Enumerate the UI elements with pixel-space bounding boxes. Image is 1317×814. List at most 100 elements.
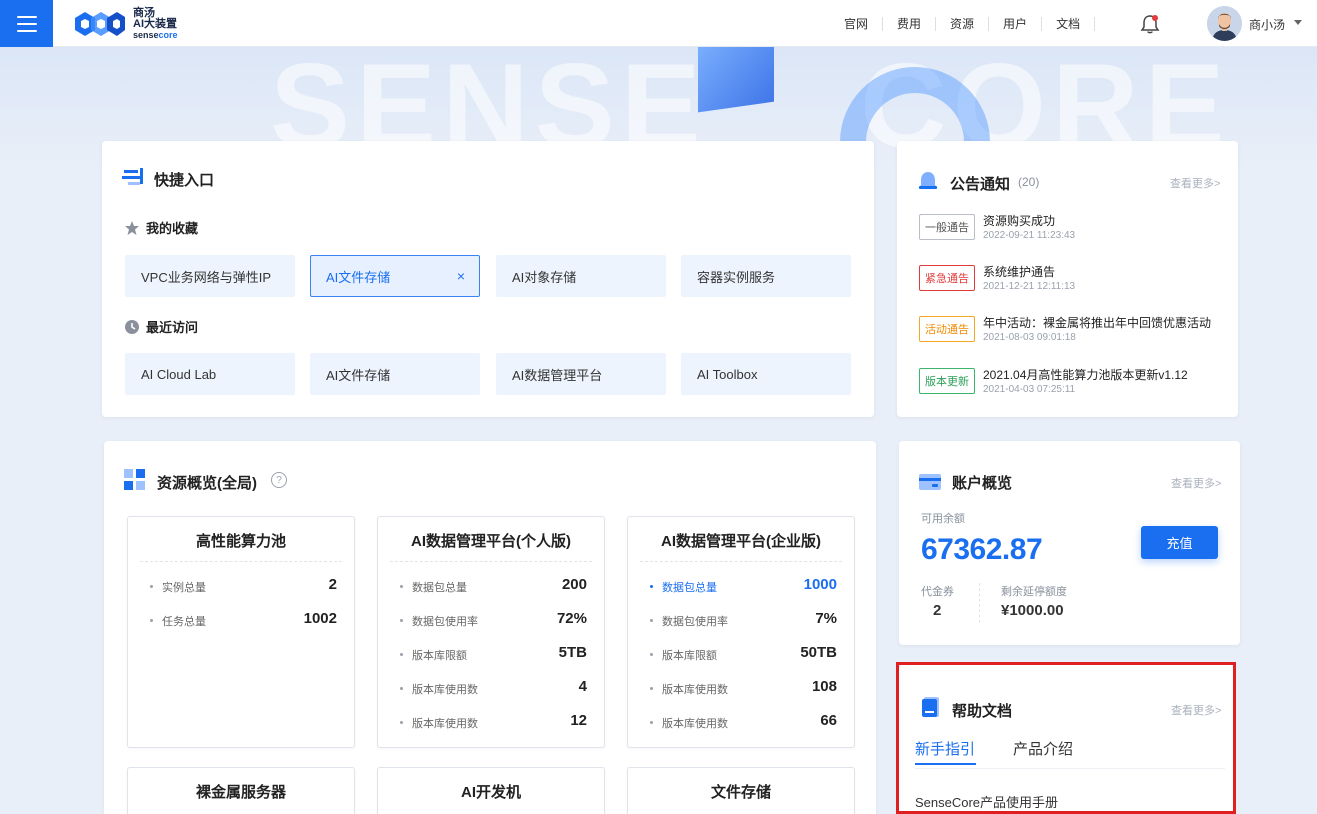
- bullet-icon: [400, 585, 403, 588]
- notice-item[interactable]: 活动通告 年中活动：裸金属将推出年中回馈优惠活动 2021-08-03 09:0…: [919, 310, 1229, 350]
- nav-official-site[interactable]: 官网: [830, 16, 884, 31]
- notice-time: 2021-04-03 07:25:11: [983, 384, 1076, 395]
- active-tab-indicator: [915, 763, 976, 765]
- bullet-icon: [150, 585, 153, 588]
- resource-row: 数据包总量 200: [400, 576, 587, 596]
- close-icon[interactable]: ×: [457, 268, 465, 284]
- notice-time: 2021-12-21 12:11:13: [983, 281, 1076, 292]
- divider: [140, 561, 342, 562]
- notice-tag: 活动通告: [919, 316, 975, 342]
- recent-item[interactable]: AI数据管理平台: [496, 353, 666, 395]
- notice-title: 资源购买成功: [983, 214, 1056, 228]
- logo-line3b: core: [158, 29, 178, 40]
- notice-title: 年中活动：裸金属将推出年中回馈优惠活动: [983, 316, 1212, 330]
- quick-entry-card: 快捷入口 我的收藏 VPC业务网络与弹性IP AI文件存储 × AI对象存储 容…: [102, 141, 874, 417]
- recent-item[interactable]: AI Cloud Lab: [125, 353, 295, 395]
- notification-bell-icon[interactable]: [1139, 13, 1161, 35]
- notice-item[interactable]: 版本更新 2021.04月高性能算力池版本更新v1.12 2021-04-03 …: [919, 362, 1229, 402]
- resource-row-value: 50TB: [800, 644, 837, 661]
- resource-row-label: 任务总量: [162, 616, 206, 628]
- balance-amount: 67362.87: [921, 533, 1043, 566]
- nav-docs[interactable]: 文档: [1042, 16, 1096, 31]
- star-icon: [125, 220, 139, 235]
- doc-link[interactable]: SenseCore产品使用手册: [915, 792, 1058, 811]
- credit-label: 剩余延停额度: [1001, 586, 1067, 598]
- bullet-icon: [650, 721, 653, 724]
- user-dropdown-caret-icon[interactable]: [1294, 20, 1302, 25]
- resource-row-label: 版本库使用数: [662, 684, 728, 696]
- bullet-icon: [400, 721, 403, 724]
- divider: [640, 561, 842, 562]
- grid-icon: [124, 469, 145, 490]
- resource-box[interactable]: 高性能算力池 实例总量 2 任务总量 1002: [127, 516, 355, 748]
- notices-card: 公告通知 (20) 查看更多> 一般通告 资源购买成功 2022-09-21 1…: [897, 141, 1238, 417]
- nav-billing[interactable]: 费用: [883, 16, 937, 31]
- bullet-icon: [650, 619, 653, 622]
- favorite-item-selected[interactable]: AI文件存储 ×: [310, 255, 480, 297]
- resource-box[interactable]: AI开发机: [377, 767, 605, 814]
- favorite-item[interactable]: VPC业务网络与弹性IP: [125, 255, 295, 297]
- favorite-item[interactable]: 容器实例服务: [681, 255, 851, 297]
- user-name[interactable]: 商小汤: [1249, 16, 1285, 33]
- voucher-value: 2: [933, 602, 942, 619]
- resource-box-title: AI数据管理平台(个人版): [411, 533, 571, 550]
- resource-box[interactable]: AI数据管理平台(企业版) 数据包总量 1000 数据包使用率 7% 版本库限额…: [627, 516, 855, 748]
- notices-more-link[interactable]: 查看更多>: [1170, 175, 1220, 191]
- notice-tag: 紧急通告: [919, 265, 975, 291]
- top-bar: 商汤 AI大装置 sensecore 官网 费用 资源 用户 文档 商小汤: [0, 0, 1317, 47]
- resource-box-title: AI开发机: [460, 784, 521, 801]
- notice-title: 2021.04月高性能算力池版本更新v1.12: [983, 368, 1188, 382]
- resource-row-value: 7%: [815, 610, 837, 627]
- nav-users[interactable]: 用户: [989, 16, 1043, 31]
- bullet-icon: [650, 653, 653, 656]
- recharge-button[interactable]: 充值: [1141, 526, 1218, 559]
- resource-row-label: 版本库限额: [412, 650, 467, 662]
- favorite-item-label: AI文件存储: [326, 269, 391, 285]
- notice-time: 2022-09-21 11:23:43: [983, 230, 1076, 241]
- help-more-link[interactable]: 查看更多>: [1171, 702, 1221, 718]
- notice-item[interactable]: 一般通告 资源购买成功 2022-09-21 11:23:43: [919, 208, 1229, 248]
- resource-box[interactable]: 裸金属服务器: [127, 767, 355, 814]
- resource-row-label: 数据包总量: [412, 582, 467, 594]
- favorite-item[interactable]: AI对象存储: [496, 255, 666, 297]
- bullet-icon: [400, 653, 403, 656]
- notices-title: 公告通知: [950, 176, 1011, 193]
- divider: [979, 583, 980, 623]
- resource-row-label: 数据包总量: [662, 582, 717, 594]
- resource-row-value: 200: [561, 576, 587, 593]
- notice-time: 2021-08-03 09:01:18: [983, 332, 1076, 343]
- quick-entry-title: 快捷入口: [154, 172, 215, 189]
- notice-item[interactable]: 紧急通告 系统维护通告 2021-12-21 12:11:13: [919, 259, 1229, 299]
- top-nav: 官网 费用 资源 用户 文档: [830, 0, 1096, 47]
- recent-item[interactable]: AI文件存储: [310, 353, 480, 395]
- recent-heading: 最近访问: [124, 317, 198, 336]
- logo[interactable]: 商汤 AI大装置 sensecore: [69, 6, 178, 42]
- resource-row: 版本库限额 5TB: [400, 644, 587, 664]
- bell-icon: [919, 172, 937, 189]
- resource-row-value: 12: [570, 712, 587, 729]
- menu-icon-bar: [16, 22, 37, 25]
- bullet-icon: [400, 619, 403, 622]
- resource-row-value: 1000: [803, 576, 837, 593]
- help-circle-icon[interactable]: ?: [271, 472, 287, 488]
- resource-row: 数据包使用率 72%: [400, 610, 587, 630]
- menu-button[interactable]: [0, 0, 53, 47]
- document-icon: [922, 697, 939, 717]
- tab-beginner-guide[interactable]: 新手指引: [915, 738, 975, 759]
- logo-line2: AI大装置: [133, 17, 177, 30]
- tab-product-intro[interactable]: 产品介绍: [1013, 738, 1073, 759]
- balance-label: 可用余额: [921, 513, 965, 525]
- help-docs-card: 帮助文档 查看更多> 新手指引 产品介绍 SenseCore产品使用手册: [899, 665, 1235, 814]
- resource-box-title: AI数据管理平台(企业版): [661, 533, 821, 550]
- nav-resources[interactable]: 资源: [936, 16, 990, 31]
- avatar[interactable]: [1207, 6, 1242, 41]
- resource-row: 版本库使用数 66: [650, 712, 837, 732]
- notices-count: (20): [1018, 175, 1040, 189]
- user-avatar-icon: [1207, 6, 1242, 41]
- resource-box[interactable]: AI数据管理平台(个人版) 数据包总量 200 数据包使用率 72% 版本库限额…: [377, 516, 605, 748]
- resource-box[interactable]: 文件存储: [627, 767, 855, 814]
- recent-title: 最近访问: [146, 320, 199, 335]
- recent-item[interactable]: AI Toolbox: [681, 353, 851, 395]
- resource-row: 任务总量 1002: [150, 610, 337, 630]
- account-more-link[interactable]: 查看更多>: [1171, 475, 1221, 491]
